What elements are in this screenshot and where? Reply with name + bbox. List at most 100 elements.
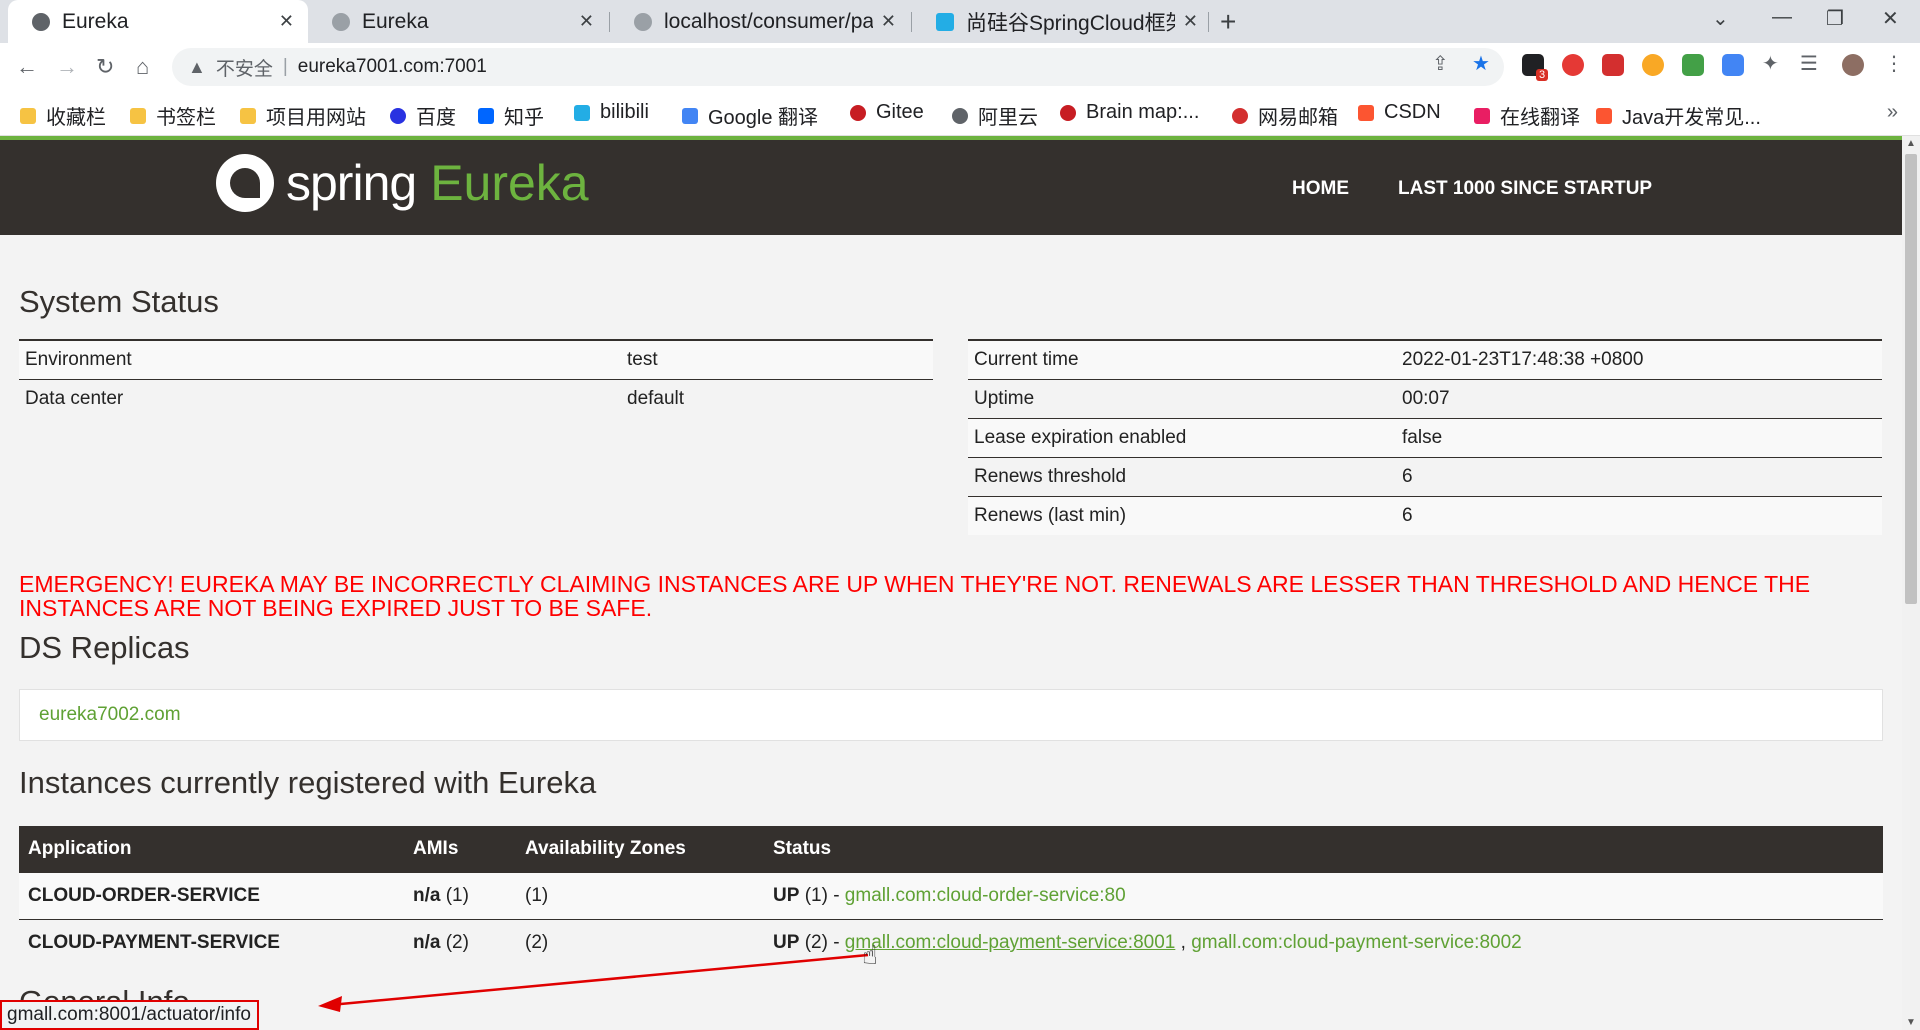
bookmark-label: bilibili bbox=[600, 101, 649, 123]
new-tab-plus-icon[interactable]: + bbox=[1220, 6, 1236, 38]
amis-cell: n/a (1) bbox=[404, 872, 516, 920]
scrollbar-thumb[interactable] bbox=[1905, 154, 1917, 604]
bookmark-item[interactable]: Brain map:... bbox=[1060, 101, 1199, 124]
baidu-icon bbox=[390, 107, 406, 124]
scroll-up-icon[interactable]: ▲ bbox=[1906, 138, 1916, 149]
status-value: 6 bbox=[1396, 457, 1882, 497]
extension-icon[interactable] bbox=[1682, 54, 1704, 76]
amis-cell: n/a (2) bbox=[404, 919, 516, 966]
bookmark-item[interactable]: 项目用网站 bbox=[240, 101, 366, 130]
reload-icon[interactable]: ↻ bbox=[96, 54, 114, 80]
column-header-application: Application bbox=[19, 826, 404, 873]
ds-replicas-title: DS Replicas bbox=[19, 630, 190, 665]
bookmark-item[interactable]: 在线翻译 bbox=[1474, 101, 1580, 130]
close-icon[interactable]: ✕ bbox=[1183, 11, 1198, 32]
globe-icon bbox=[952, 107, 968, 124]
globe-icon bbox=[32, 12, 50, 31]
translate-icon[interactable] bbox=[1722, 54, 1744, 76]
bookmark-item[interactable]: bilibili bbox=[574, 101, 649, 124]
instances-title: Instances currently registered with Eure… bbox=[19, 765, 597, 800]
status-label: Uptime bbox=[968, 379, 1396, 419]
bookmark-label: 阿里云 bbox=[978, 107, 1038, 129]
bookmark-item[interactable]: 书签栏 bbox=[130, 101, 216, 130]
table-row: Environment test bbox=[19, 339, 933, 380]
status-up: UP bbox=[773, 885, 800, 906]
instance-link[interactable]: gmall.com:cloud-order-service:80 bbox=[845, 885, 1126, 906]
address-url[interactable]: eureka7001.com:7001 bbox=[298, 56, 487, 78]
amis-count: (2) bbox=[445, 932, 469, 953]
availability-zones: (1) bbox=[516, 872, 764, 920]
forward-arrow-icon[interactable]: → bbox=[56, 54, 78, 80]
close-icon[interactable]: ✕ bbox=[579, 11, 594, 32]
logo-spring-text: spring bbox=[286, 155, 417, 211]
bookmark-item[interactable]: 收藏栏 bbox=[20, 101, 106, 130]
bookmark-item[interactable]: 知乎 bbox=[478, 101, 544, 130]
minimize-icon[interactable]: — bbox=[1772, 6, 1792, 29]
bookmark-item[interactable]: Java开发常见... bbox=[1596, 101, 1761, 130]
tab-title: 尚硅谷SpringCloud框架 bbox=[966, 11, 1175, 35]
address-bar[interactable]: ▲ 不安全 | eureka7001.com:7001 bbox=[172, 48, 1504, 86]
bookmark-item[interactable]: 网易邮箱 bbox=[1232, 101, 1338, 130]
bookmark-label: Google 翻译 bbox=[708, 107, 819, 129]
amis-count: (1) bbox=[445, 885, 469, 906]
tab-springcloud[interactable]: 尚硅谷SpringCloud框架 ✕ bbox=[912, 0, 1212, 43]
share-icon[interactable]: ⇪ bbox=[1432, 51, 1449, 76]
tab-eureka[interactable]: Eureka ✕ bbox=[308, 0, 608, 43]
youdao-icon bbox=[1474, 107, 1490, 124]
page-scrollbar[interactable]: ▲ ▼ bbox=[1902, 136, 1920, 1030]
bookmark-item[interactable]: Gitee bbox=[850, 101, 924, 124]
warning-triangle-icon[interactable]: ▲ bbox=[188, 57, 206, 78]
restore-icon[interactable]: ❐ bbox=[1826, 6, 1844, 31]
spring-eureka-logo[interactable]: spring Eureka bbox=[216, 154, 589, 212]
table-row: Renews threshold 6 bbox=[968, 457, 1882, 497]
nav-last1000-link[interactable]: LAST 1000 SINCE STARTUP bbox=[1398, 178, 1652, 200]
reading-list-icon[interactable]: ☰ bbox=[1800, 51, 1818, 76]
insecure-label[interactable]: 不安全 bbox=[216, 54, 273, 81]
chevron-right-double-icon[interactable]: » bbox=[1887, 101, 1898, 124]
bookmark-item[interactable]: CSDN bbox=[1358, 101, 1441, 124]
ds-replica-link[interactable]: eureka7002.com bbox=[39, 704, 181, 726]
back-arrow-icon[interactable]: ← bbox=[16, 54, 38, 80]
adblock-icon[interactable] bbox=[1562, 54, 1584, 76]
emergency-warning: EMERGENCY! EUREKA MAY BE INCORRECTLY CLA… bbox=[19, 571, 1811, 621]
close-icon[interactable]: ✕ bbox=[279, 11, 294, 32]
avatar[interactable] bbox=[1842, 54, 1864, 76]
browser-toolbar: ← → ↻ ⌂ ▲ 不安全 | eureka7001.com:7001 ⇪ ★ … bbox=[0, 43, 1920, 93]
bilibili-icon bbox=[574, 104, 590, 121]
bookmark-label: 收藏栏 bbox=[46, 107, 106, 129]
bookmark-label: CSDN bbox=[1384, 101, 1441, 123]
home-icon[interactable]: ⌂ bbox=[136, 54, 149, 80]
bookmark-star-icon[interactable]: ★ bbox=[1472, 51, 1490, 76]
page-viewport: spring Eureka HOME LAST 1000 SINCE START… bbox=[0, 136, 1902, 1030]
tab-title: Eureka bbox=[62, 9, 129, 33]
close-icon[interactable]: ✕ bbox=[881, 11, 896, 32]
status-value: 00:07 bbox=[1396, 379, 1882, 419]
bookmark-label: 在线翻译 bbox=[1500, 107, 1580, 129]
instance-link[interactable]: gmall.com:cloud-payment-service:8002 bbox=[1191, 932, 1522, 953]
nav-home-link[interactable]: HOME bbox=[1292, 178, 1349, 200]
zhihu-icon bbox=[478, 107, 494, 124]
tab-search-chevron-icon[interactable]: ⌄ bbox=[1712, 6, 1729, 31]
tab-localhost-consumer[interactable]: localhost/consumer/pa ✕ bbox=[610, 0, 910, 43]
bookmark-item[interactable]: 百度 bbox=[390, 101, 456, 130]
status-count: (1) - bbox=[804, 885, 840, 906]
system-status-left-table: Environment test Data center default bbox=[19, 339, 933, 418]
extension-icon[interactable] bbox=[1642, 54, 1664, 76]
csdn-icon bbox=[1358, 104, 1374, 121]
logo-eureka-text: Eureka bbox=[430, 155, 589, 211]
bookmark-item[interactable]: 阿里云 bbox=[952, 101, 1038, 130]
puzzle-extensions-icon[interactable]: ✦ bbox=[1762, 51, 1779, 76]
menu-kebab-icon[interactable]: ⋮ bbox=[1884, 51, 1904, 76]
bookmark-label: 网易邮箱 bbox=[1258, 107, 1338, 129]
status-value: default bbox=[621, 379, 933, 418]
window-close-icon[interactable]: ✕ bbox=[1882, 6, 1899, 31]
tab-title: Eureka bbox=[362, 9, 429, 33]
amis-label: n/a bbox=[413, 932, 441, 953]
scroll-down-icon[interactable]: ▼ bbox=[1906, 1017, 1916, 1028]
bookmark-item[interactable]: Google 翻译 bbox=[682, 101, 818, 130]
gitee-icon bbox=[850, 104, 866, 121]
instance-link-hovered[interactable]: gmall.com:cloud-payment-service:8001 bbox=[845, 932, 1176, 953]
extension-icon[interactable] bbox=[1602, 54, 1624, 76]
link-separator: , bbox=[1180, 932, 1186, 953]
tab-eureka-active[interactable]: Eureka ✕ bbox=[8, 0, 308, 43]
